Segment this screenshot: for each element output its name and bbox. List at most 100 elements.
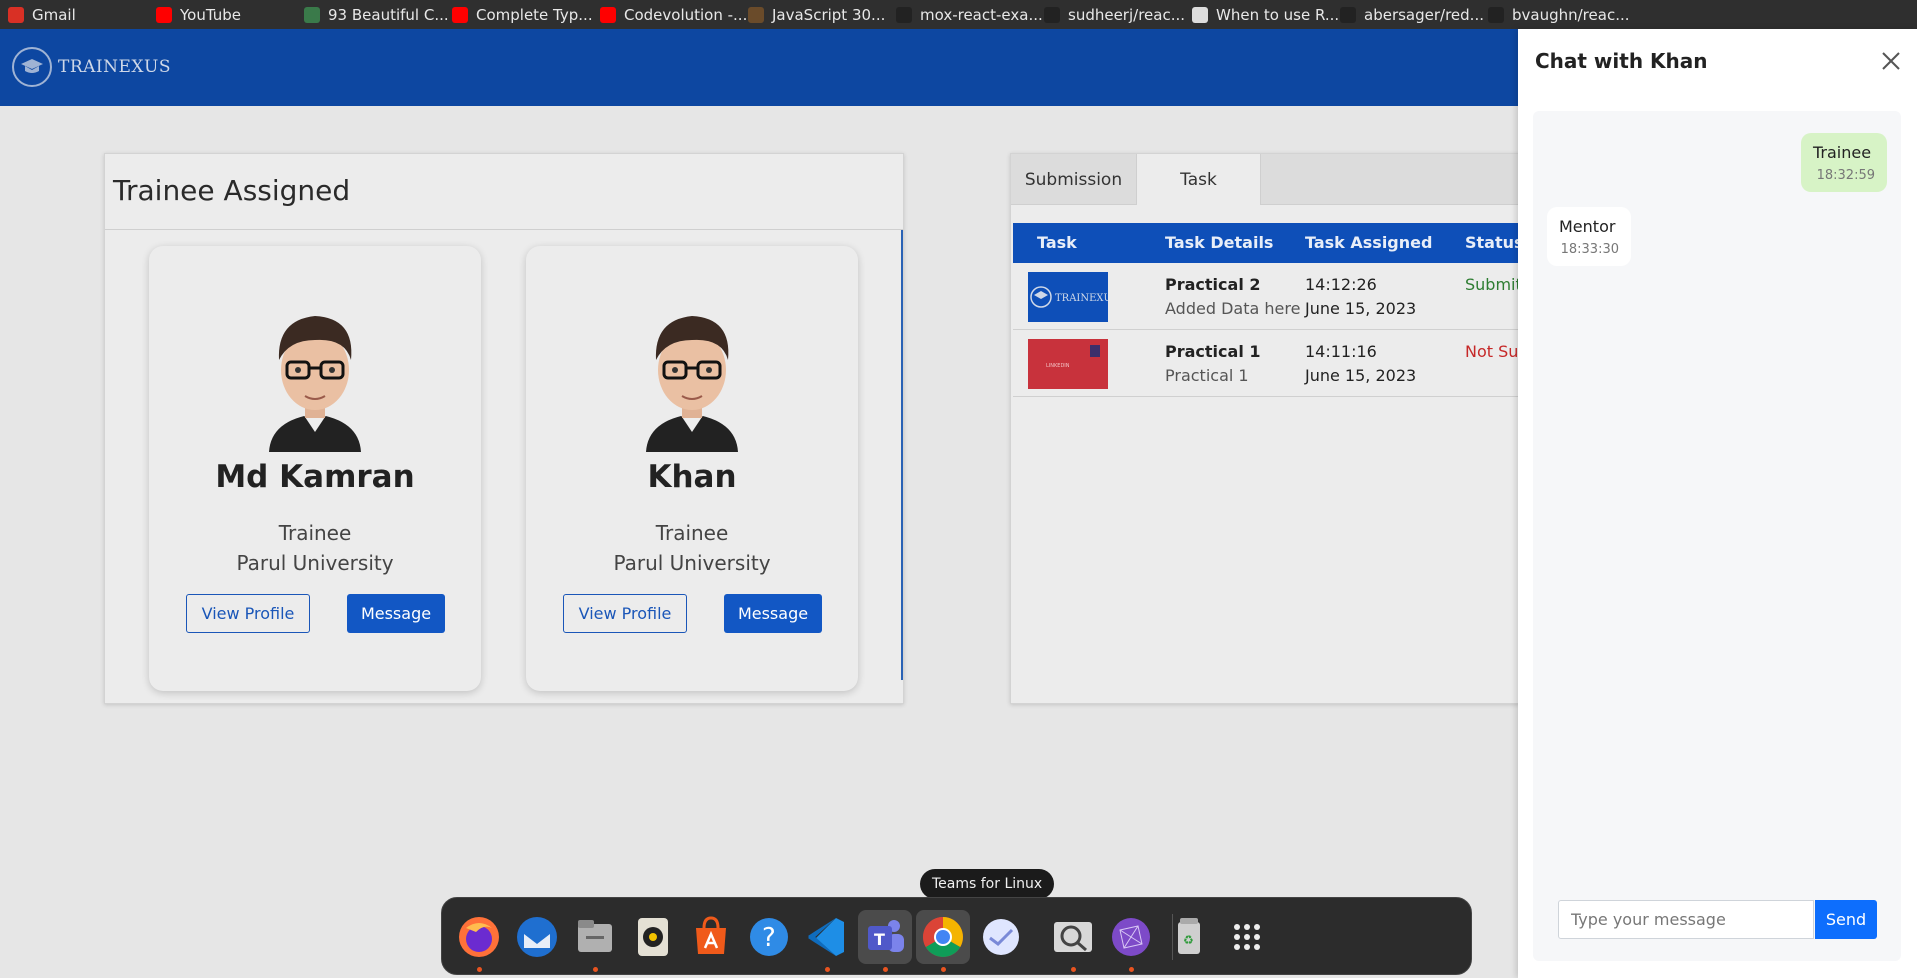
image-viewer-icon[interactable] — [1046, 910, 1100, 972]
table-row[interactable]: LINKEDIN Practical 1 Practical 1 14:11:1… — [1013, 330, 1519, 397]
trainee-assigned-panel: Trainee Assigned Md Kamran Trainee Parul… — [104, 153, 904, 704]
chrome-icon[interactable] — [916, 910, 970, 972]
task-date: June 15, 2023 — [1305, 299, 1417, 318]
task-detail: Added Data here — [1165, 299, 1301, 318]
task-table-header: Task Task Details Task Assigned Status — [1013, 223, 1520, 263]
github-icon — [1044, 6, 1060, 23]
bookmark-item[interactable]: JavaScript 30... — [748, 6, 896, 24]
task-title: Practical 2 — [1165, 275, 1261, 294]
app-logo[interactable]: TRAINEXUS — [12, 47, 171, 87]
firefox-icon[interactable] — [452, 910, 506, 972]
avatar — [646, 316, 738, 452]
tab-task[interactable]: Task — [1136, 154, 1261, 205]
site-icon — [304, 6, 320, 23]
app-center-icon[interactable] — [684, 910, 738, 964]
bookmark-item[interactable]: Complete Typ... — [452, 6, 600, 24]
message-button[interactable]: Message — [347, 594, 445, 633]
trainee-university: Parul University — [236, 551, 394, 575]
panel-scrollbar[interactable] — [901, 230, 903, 680]
task-time: 14:11:16 — [1305, 342, 1377, 361]
task-date: June 15, 2023 — [1305, 366, 1417, 385]
chat-title: Chat with Khan — [1535, 49, 1708, 73]
app-grid-icon[interactable] — [1220, 910, 1274, 964]
close-icon[interactable] — [1877, 47, 1905, 75]
running-indicator — [824, 967, 830, 972]
bookmark-item[interactable]: sudheerj/reac... — [1044, 6, 1192, 24]
files-icon[interactable] — [568, 910, 622, 972]
bookmark-item[interactable]: YouTube — [156, 6, 304, 24]
tor-icon[interactable] — [1104, 910, 1158, 972]
bookmark-item[interactable]: When to use R... — [1192, 6, 1340, 24]
column-header-status: Status — [1465, 233, 1520, 252]
bookmark-label: mox-react-exa... — [920, 5, 1043, 24]
dock: ? T ♻ — [441, 897, 1472, 975]
globe-icon — [1192, 6, 1208, 23]
thunderbird-icon[interactable] — [510, 910, 564, 964]
view-profile-button[interactable]: View Profile — [563, 594, 687, 633]
github-icon — [896, 6, 912, 23]
task-time: 14:12:26 — [1305, 275, 1377, 294]
running-indicator — [882, 967, 888, 972]
trainee-university: Parul University — [613, 551, 771, 575]
task-panel: Submission Task Task Task Details Task A… — [1010, 153, 1520, 704]
running-indicator — [1070, 967, 1076, 972]
avatar — [269, 316, 361, 452]
bookmark-item[interactable]: bvaughn/reac... — [1488, 6, 1636, 24]
js30-icon — [748, 6, 764, 23]
github-icon — [1340, 6, 1356, 23]
chat-drawer: Chat with Khan Trainee 18:32:59 Mentor 1… — [1518, 29, 1917, 978]
rhythmbox-icon[interactable] — [626, 910, 680, 964]
task-detail: Practical 1 — [1165, 366, 1249, 385]
trainee-card: Khan Trainee Parul University View Profi… — [526, 246, 858, 691]
bookmark-label: abersager/red... — [1364, 5, 1484, 24]
bookmark-label: Codevolution -... — [624, 5, 748, 24]
dock-tooltip: Teams for Linux — [920, 869, 1055, 899]
running-indicator — [1128, 967, 1134, 972]
bookmark-item[interactable]: mox-react-exa... — [896, 6, 1044, 24]
task-tabs: Submission Task — [1011, 154, 1519, 205]
bookmark-item[interactable]: Gmail — [8, 6, 156, 24]
youtube-icon — [156, 6, 172, 23]
task-status: Submitt — [1465, 275, 1519, 294]
bookmark-item[interactable]: 93 Beautiful C... — [304, 6, 452, 24]
message-button[interactable]: Message — [724, 594, 822, 633]
bookmark-label: YouTube — [180, 5, 241, 24]
panel-title: Trainee Assigned — [105, 154, 903, 230]
column-header-task-assigned: Task Assigned — [1305, 233, 1433, 252]
vscode-icon[interactable] — [800, 910, 854, 972]
bookmark-label: bvaughn/reac... — [1512, 5, 1630, 24]
trainee-name: Md Kamran — [215, 459, 415, 495]
trainee-role: Trainee — [278, 521, 352, 545]
running-indicator — [476, 967, 482, 972]
message-time: 18:32:59 — [1816, 168, 1875, 183]
red-banner-thumb: LINKEDIN — [1028, 339, 1108, 389]
svg-text:?: ? — [762, 923, 776, 953]
column-header-task: Task — [1037, 233, 1077, 252]
trainee-card: Md Kamran Trainee Parul University View … — [149, 246, 481, 691]
trainee-role: Trainee — [655, 521, 729, 545]
trainexus-thumb: TRAINEXUS — [1028, 272, 1108, 322]
task-title: Practical 1 — [1165, 342, 1261, 361]
bookmark-label: When to use R... — [1216, 5, 1340, 24]
table-row[interactable]: TRAINEXUS Practical 2 Added Data here 14… — [1013, 263, 1519, 330]
bookmark-item[interactable]: abersager/red... — [1340, 6, 1488, 24]
bookmark-item[interactable]: Codevolution -... — [600, 6, 748, 24]
view-profile-button[interactable]: View Profile — [186, 594, 310, 633]
tab-submission[interactable]: Submission — [1011, 154, 1136, 205]
chat-messages[interactable]: Trainee 18:32:59 Mentor 18:33:30 — [1533, 111, 1901, 961]
svg-text:LINKEDIN: LINKEDIN — [1046, 363, 1070, 369]
bookmark-label: sudheerj/reac... — [1068, 5, 1186, 24]
bookmark-label: Gmail — [32, 5, 76, 24]
mail-icon[interactable] — [974, 910, 1028, 964]
svg-text:T: T — [874, 930, 885, 949]
graduation-cap-icon — [12, 47, 52, 87]
help-icon[interactable]: ? — [742, 910, 796, 964]
message-input[interactable] — [1558, 900, 1814, 939]
youtube-icon — [452, 6, 468, 23]
teams-icon[interactable]: T — [858, 910, 912, 972]
app-logo-text: TRAINEXUS — [58, 57, 171, 77]
message-sender: Trainee — [1813, 143, 1872, 162]
trash-icon[interactable]: ♻ — [1162, 910, 1216, 964]
running-indicator — [592, 967, 598, 972]
send-button[interactable]: Send — [1815, 900, 1877, 939]
